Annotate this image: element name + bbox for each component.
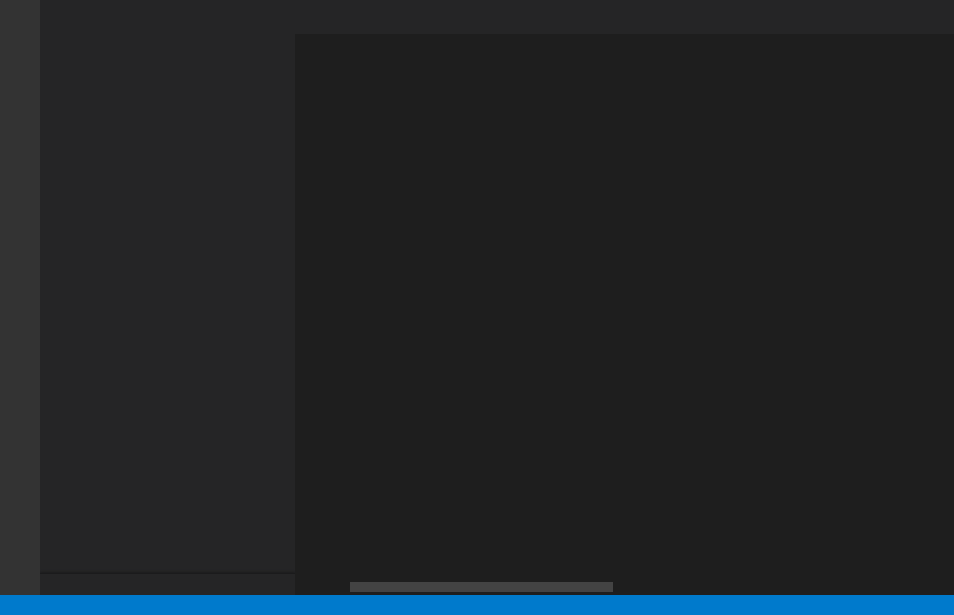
horizontal-scrollbar[interactable]	[350, 582, 613, 592]
explorer-sidebar	[40, 0, 295, 595]
status-bar	[0, 595, 954, 615]
breadcrumbs	[295, 34, 954, 56]
workspace-section-header[interactable]	[40, 38, 295, 60]
activity-bar	[0, 0, 40, 595]
code-editor[interactable]	[295, 56, 954, 597]
tab-bar	[295, 0, 954, 34]
explorer-header	[40, 0, 295, 38]
overview-ruler-scrollbar[interactable]	[944, 56, 954, 597]
outline-section-header[interactable]	[40, 573, 295, 595]
